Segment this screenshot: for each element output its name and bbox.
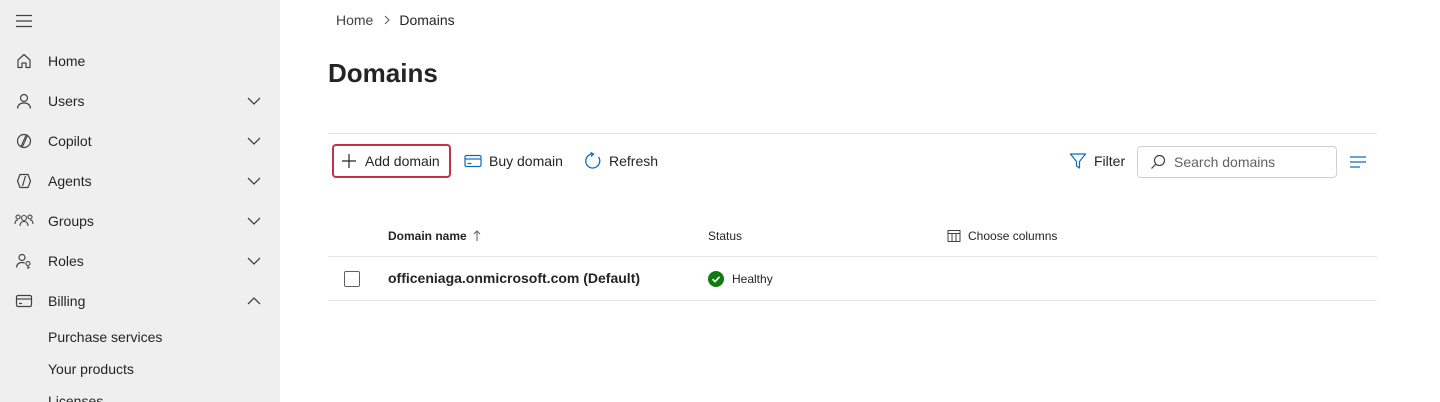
nav-item-label: Groups (48, 213, 94, 229)
copilot-icon (14, 131, 34, 151)
domain-name-cell[interactable]: officeniaga.onmicrosoft.com (Default) (388, 270, 640, 286)
choose-columns-button[interactable]: Choose columns (947, 228, 1057, 244)
add-domain-button[interactable]: Add domain (332, 144, 451, 178)
chevron-down-icon[interactable] (246, 133, 262, 149)
nav-item-label: Roles (48, 253, 84, 269)
plus-icon (340, 152, 358, 170)
nav-item-billing[interactable]: Billing (0, 281, 280, 321)
nav-item-label: Users (48, 93, 85, 109)
left-navigation: Home Users Copilot Agents Groups Roles B… (0, 0, 280, 402)
check-circle-icon (708, 271, 724, 287)
groups-icon (14, 211, 34, 231)
breadcrumb-current: Domains (399, 12, 455, 28)
nav-subitem-your-products[interactable]: Your products (48, 361, 134, 377)
breadcrumb: Home Domains (336, 12, 455, 28)
agents-icon (14, 171, 34, 191)
row-checkbox[interactable] (344, 271, 360, 287)
filter-label: Filter (1094, 153, 1126, 169)
add-domain-label: Add domain (365, 153, 440, 169)
nav-item-label: Home (48, 53, 86, 69)
nav-item-label: Agents (48, 173, 92, 189)
refresh-button[interactable]: Refresh (584, 144, 658, 178)
chevron-right-icon (384, 15, 391, 25)
nav-item-agents[interactable]: Agents (0, 161, 280, 201)
search-box[interactable] (1137, 146, 1337, 178)
chevron-down-icon[interactable] (246, 213, 262, 229)
home-icon (14, 51, 34, 71)
status-cell: Healthy (708, 271, 773, 287)
nav-item-groups[interactable]: Groups (0, 201, 280, 241)
table-row-divider (328, 300, 1377, 301)
credit-card-icon (464, 152, 482, 170)
buy-domain-button[interactable]: Buy domain (464, 144, 563, 178)
user-icon (14, 91, 34, 111)
roles-icon (14, 251, 34, 271)
nav-subitem-purchase-services[interactable]: Purchase services (48, 329, 162, 345)
nav-item-roles[interactable]: Roles (0, 241, 280, 281)
chevron-down-icon[interactable] (246, 253, 262, 269)
columns-icon (947, 229, 961, 243)
table-header-divider (328, 256, 1377, 257)
column-header-domain-name[interactable]: Domain name (388, 228, 481, 244)
nav-item-copilot[interactable]: Copilot (0, 121, 280, 161)
nav-item-users[interactable]: Users (0, 81, 280, 121)
nav-item-label: Copilot (48, 133, 92, 149)
chevron-down-icon[interactable] (246, 93, 262, 109)
nav-item-home[interactable]: Home (0, 41, 280, 81)
refresh-label: Refresh (609, 153, 659, 169)
chevron-down-icon[interactable] (246, 173, 262, 189)
chevron-up-icon[interactable] (246, 293, 262, 309)
divider (328, 133, 1377, 134)
breadcrumb-home[interactable]: Home (336, 12, 373, 28)
search-input[interactable] (1174, 154, 1334, 170)
search-icon (1150, 154, 1166, 170)
sort-ascending-icon (473, 230, 481, 242)
billing-icon (14, 291, 34, 311)
hamburger-menu-icon[interactable] (14, 11, 34, 31)
view-options-icon[interactable] (1348, 152, 1368, 172)
column-header-label: Domain name (388, 229, 467, 243)
buy-domain-label: Buy domain (489, 153, 563, 169)
refresh-icon (584, 152, 602, 170)
status-label: Healthy (732, 272, 773, 286)
filter-button[interactable]: Filter (1069, 144, 1125, 178)
column-header-status: Status (708, 229, 743, 243)
page-title: Domains (328, 58, 438, 88)
nav-subitem-licenses[interactable]: Licenses (48, 393, 103, 402)
filter-icon (1069, 152, 1087, 170)
nav-item-label: Billing (48, 293, 86, 309)
choose-columns-label: Choose columns (968, 229, 1058, 243)
